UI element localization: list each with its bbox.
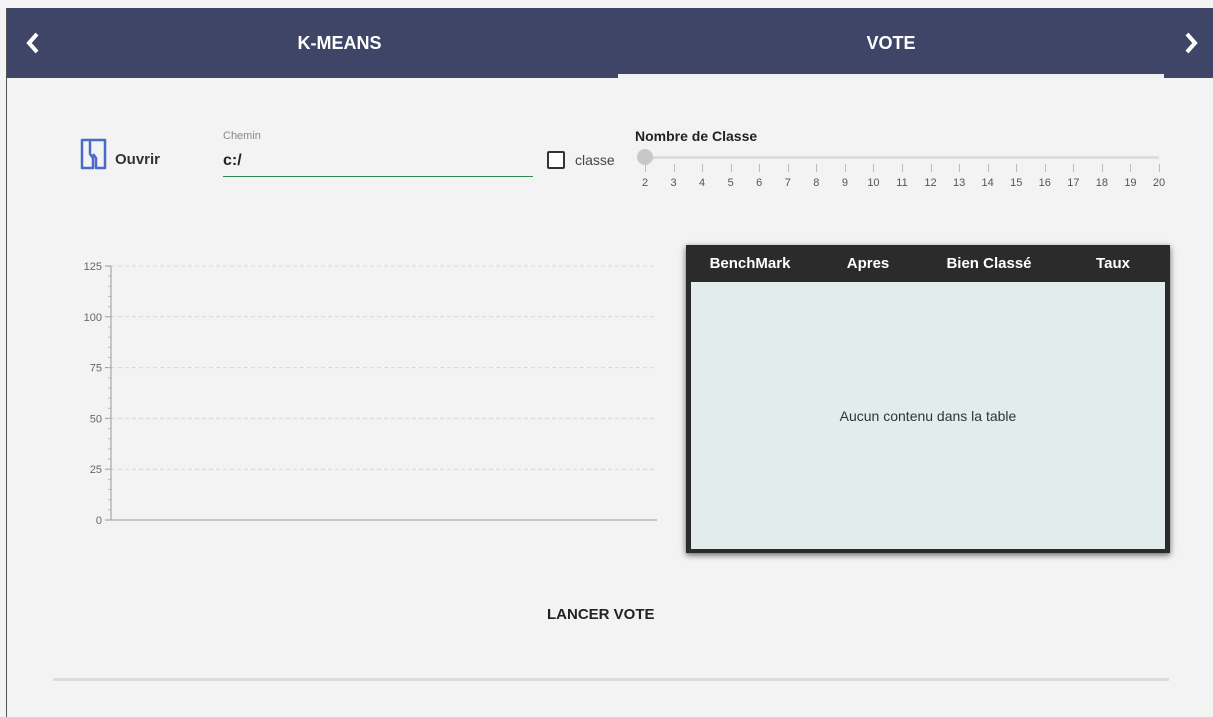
y-tick-label: 0 <box>96 515 102 527</box>
results-table: BenchMark Apres Bien Classé Taux Aucun cont… <box>686 245 1170 553</box>
table-header: BenchMark Apres Bien Classé Taux <box>686 245 1170 282</box>
slider-tick <box>787 164 789 172</box>
column-header[interactable]: Bien Classé <box>922 255 1056 272</box>
active-tab-indicator <box>618 74 1164 78</box>
slider-tick <box>902 164 903 172</box>
slider-tick-label: 9 <box>841 177 848 189</box>
y-tick-label: 125 <box>84 261 102 273</box>
column-header[interactable]: BenchMark <box>686 255 814 272</box>
slider-tick-label: 3 <box>670 177 677 189</box>
slider-tick <box>844 164 846 172</box>
prev-tab-button[interactable] <box>13 8 53 78</box>
vote-chart: 125 100 75 50 25 0 <box>84 261 657 527</box>
slider-tick-label: 7 <box>784 177 791 189</box>
slider-tick <box>1130 164 1132 172</box>
path-field: Chemin <box>223 130 533 177</box>
slider-tick <box>673 164 675 172</box>
slider-tick <box>759 164 761 172</box>
slider-tick <box>987 164 989 172</box>
y-tick-label: 100 <box>84 312 102 324</box>
path-input[interactable] <box>223 150 533 177</box>
slider-tick <box>1044 164 1046 172</box>
slider-tick-label: 17 <box>1067 177 1080 189</box>
chevron-left-icon <box>26 32 39 54</box>
slider-tick-label: 6 <box>756 177 763 189</box>
launch-vote-button[interactable]: LANCER VOTE <box>547 606 655 623</box>
checkbox-box[interactable] <box>547 151 565 169</box>
column-header[interactable]: Apres <box>814 255 922 272</box>
tab-vote[interactable]: VOTE <box>618 8 1164 78</box>
next-tab-button[interactable] <box>1171 8 1211 78</box>
slider-tick-label: 18 <box>1095 177 1108 189</box>
open-button[interactable]: Ouvrir <box>79 136 160 172</box>
chevron-right-icon <box>1185 32 1198 54</box>
bottom-divider <box>53 678 1169 681</box>
slider-tick-label: 11 <box>896 177 908 189</box>
slider-thumb[interactable] <box>637 149 653 165</box>
slider-tick <box>1016 164 1018 172</box>
class-count-slider: Nombre de Classe 2 3 4 5 6 7 8 9 10 11 12 13 14 15 16 1… <box>635 128 1165 198</box>
empty-table-message: Aucun contenu dans la table <box>839 407 1017 424</box>
path-label: Chemin <box>223 130 261 142</box>
open-button-label: Ouvrir <box>115 150 161 168</box>
checkbox-label: classe <box>575 152 615 168</box>
slider-tick-label: 5 <box>727 177 734 189</box>
slider-tick <box>1073 164 1075 172</box>
slider-tick <box>1101 164 1103 172</box>
slider-tick <box>873 164 875 172</box>
slider-tick-label: 13 <box>952 177 966 189</box>
slider-tick-label: 19 <box>1124 177 1137 189</box>
slider-tick-label: 10 <box>867 177 880 189</box>
app-window: K-MEANS VOTE Ouvrir Chemin classe Nombre… <box>6 8 1213 717</box>
slider-tick-label: 15 <box>1010 177 1023 189</box>
slider-tick <box>702 164 704 172</box>
table-body: Aucun contenu dans la table <box>691 282 1165 549</box>
slider-tick-label: 12 <box>924 177 937 189</box>
slider-tick-label: 20 <box>1152 177 1166 189</box>
slider-tick <box>730 164 732 172</box>
slider-tick-label: 8 <box>813 177 820 189</box>
slider-track[interactable] <box>645 156 1159 159</box>
tab-kmeans[interactable]: K-MEANS <box>67 8 612 78</box>
slider-tick <box>1159 164 1160 172</box>
open-folder-icon <box>80 138 107 170</box>
y-tick-label: 75 <box>90 363 102 375</box>
slider-tick <box>930 164 932 172</box>
slider-tick <box>959 164 961 172</box>
slider-tick-label: 2 <box>641 177 649 189</box>
slider-tick-label: 16 <box>1038 177 1051 189</box>
slider-tick <box>816 164 818 172</box>
slider-tick-label: 4 <box>699 177 706 189</box>
classe-checkbox[interactable]: classe <box>547 151 615 169</box>
y-tick-label: 50 <box>90 413 102 425</box>
y-tick-label: 25 <box>90 464 102 476</box>
slider-title: Nombre de Classe <box>635 128 758 144</box>
slider-tick-label: 14 <box>981 177 994 189</box>
slider-tick <box>645 164 646 172</box>
tab-bar: K-MEANS VOTE <box>7 8 1213 78</box>
column-header[interactable]: Taux <box>1056 255 1170 272</box>
